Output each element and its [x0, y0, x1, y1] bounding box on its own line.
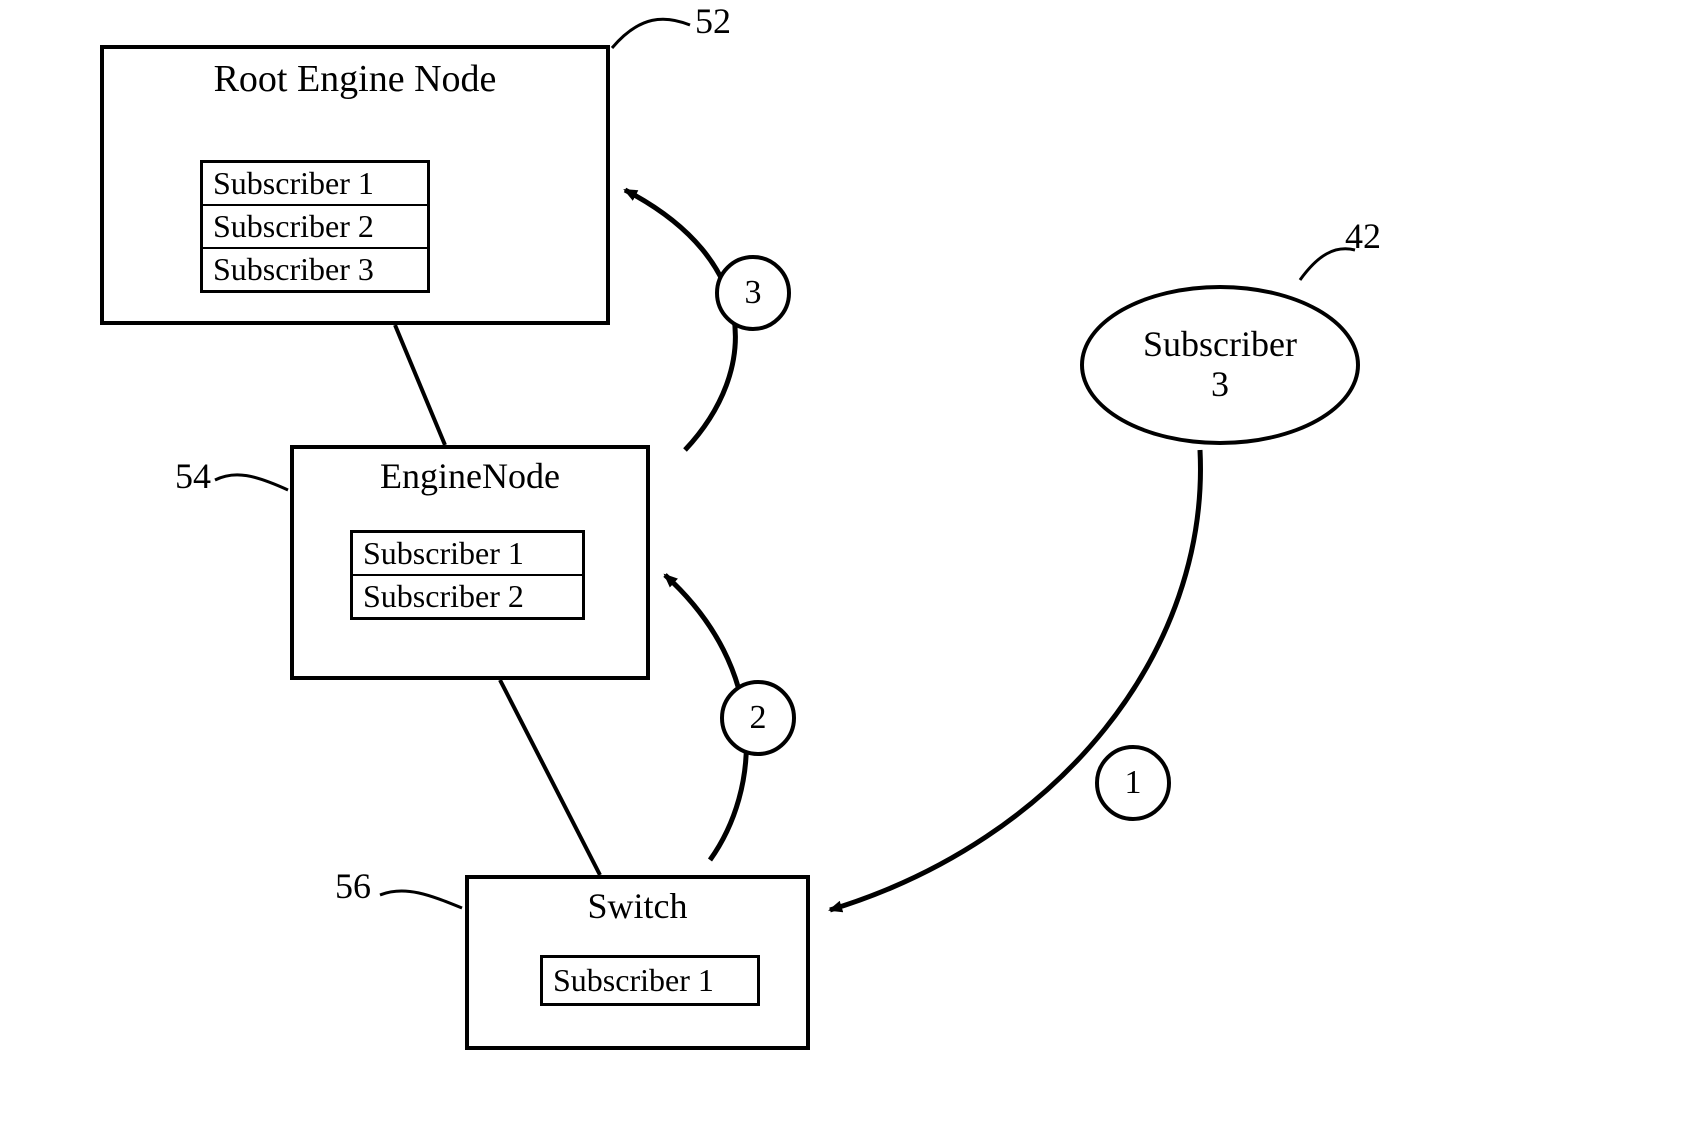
diagram-stage: Root Engine Node Subscriber 1 Subscriber…	[0, 0, 1687, 1123]
step-2-label: 2	[750, 699, 767, 737]
subscriber3-label-line1: Subscriber	[1143, 325, 1297, 365]
step-1-label: 1	[1125, 764, 1142, 802]
switch-sub-row-1: Subscriber 1	[543, 958, 757, 1003]
engine-node-title: EngineNode	[294, 449, 646, 507]
root-sub-row-3: Subscriber 3	[203, 249, 427, 290]
ref-54: 54	[175, 455, 211, 497]
engine-subscriber-table: Subscriber 1 Subscriber 2	[350, 530, 585, 620]
subscriber3-label-line2: 3	[1211, 365, 1229, 405]
ref-42: 42	[1345, 215, 1381, 257]
step-circle-2: 2	[720, 680, 796, 756]
step-3-label: 3	[745, 274, 762, 312]
root-engine-node-title: Root Engine Node	[104, 51, 606, 111]
subscriber3-ellipse: Subscriber 3	[1080, 285, 1360, 445]
engine-sub-row-2: Subscriber 2	[353, 576, 582, 617]
root-subscriber-table: Subscriber 1 Subscriber 2 Subscriber 3	[200, 160, 430, 293]
root-sub-row-2: Subscriber 2	[203, 206, 427, 249]
step-circle-3: 3	[715, 255, 791, 331]
switch-node-title: Switch	[469, 879, 806, 937]
ref-56: 56	[335, 865, 371, 907]
ref-52: 52	[695, 0, 731, 42]
engine-sub-row-1: Subscriber 1	[353, 533, 582, 576]
switch-subscriber-table: Subscriber 1	[540, 955, 760, 1006]
root-sub-row-1: Subscriber 1	[203, 163, 427, 206]
step-circle-1: 1	[1095, 745, 1171, 821]
